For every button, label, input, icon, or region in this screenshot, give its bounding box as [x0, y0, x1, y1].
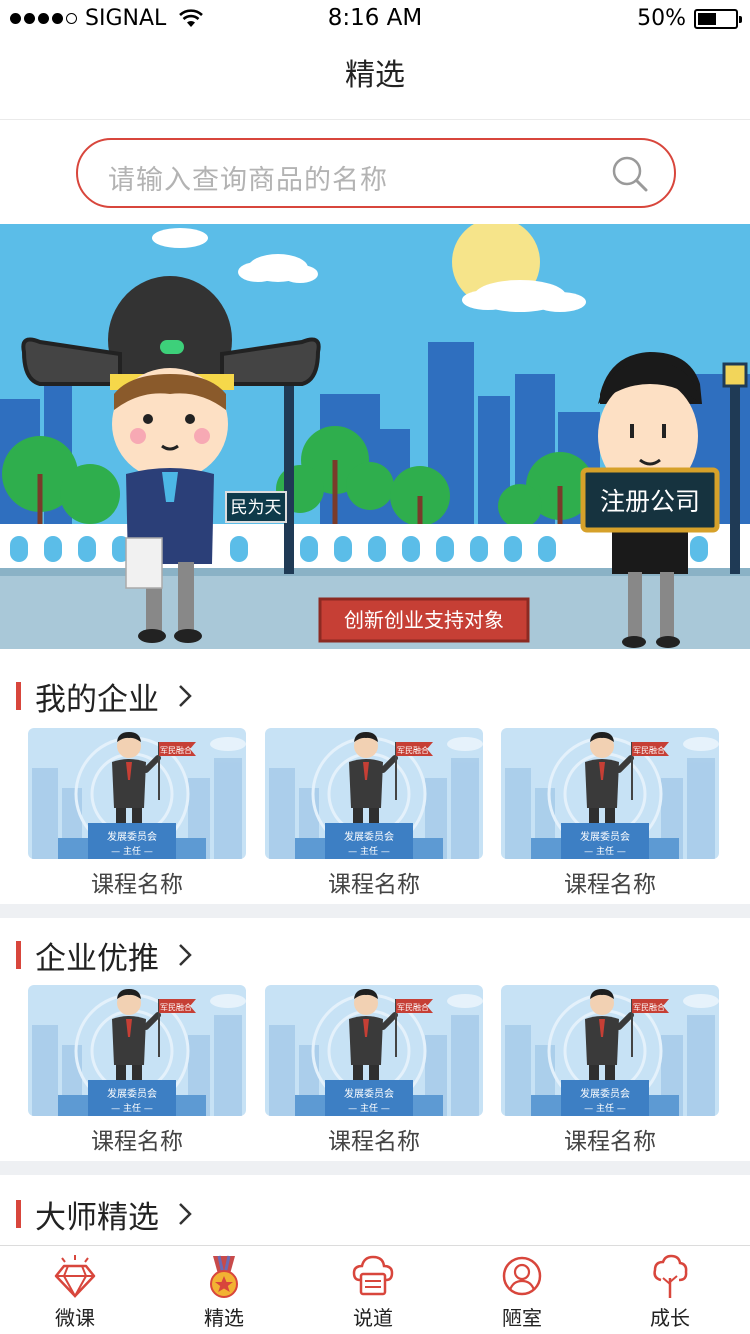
section-accent-bar: [16, 682, 21, 710]
section-header[interactable]: 大师精选: [16, 1194, 193, 1236]
course-card[interactable]: 军民融合 发展委员会 — 主任 — 课程名称: [28, 728, 246, 899]
tab-jingxuan[interactable]: 精选: [174, 1254, 274, 1331]
hero-banner[interactable]: 民为天 注册公司 创新创业支持对象: [0, 224, 750, 649]
podium-subtitle: — 主任 —: [584, 1102, 626, 1114]
banner-illustration: 民为天 注册公司 创新创业支持对象: [0, 224, 750, 649]
tab-chengzhang[interactable]: 成长: [620, 1254, 720, 1331]
flag-text: 军民融合: [397, 1002, 429, 1012]
battery-percent: 50%: [637, 6, 686, 31]
podium-title: 发展委员会: [344, 830, 394, 843]
course-card[interactable]: 军民融合 发展委员会 — 主任 — 课程名称: [501, 728, 719, 899]
section-divider: [0, 1161, 750, 1175]
banner-caption: 创新创业支持对象: [344, 608, 504, 632]
section-accent-bar: [16, 1200, 21, 1228]
section-header[interactable]: 企业优推: [16, 935, 193, 977]
podium-title: 发展委员会: [107, 1087, 157, 1100]
section-my-enterprise: 我的企业 军民融合 发展委员会 — 主任 — 课程名称 军民融合 发展委员会 —…: [0, 676, 750, 899]
navigation-bar: 精选: [0, 40, 750, 120]
podium-title: 发展委员会: [344, 1087, 394, 1100]
tab-shuodao[interactable]: 说道: [323, 1254, 423, 1331]
course-card[interactable]: 军民融合 发展委员会 — 主任 — 课程名称: [501, 985, 719, 1156]
podium-title: 发展委员会: [580, 1087, 630, 1100]
section-enterprise-recommend: 企业优推 军民融合 发展委员会 — 主任 — 课程名称 军民融合 发展委员会 —…: [0, 935, 750, 1155]
podium-subtitle: — 主任 —: [348, 845, 390, 857]
tab-label: 成长: [650, 1306, 690, 1330]
section-divider: [0, 904, 750, 918]
chevron-right-icon[interactable]: [177, 1201, 193, 1227]
flag-text: 军民融合: [633, 745, 665, 755]
tab-label: 精选: [204, 1306, 244, 1330]
tab-label: 陋室: [502, 1306, 542, 1330]
podium-subtitle: — 主任 —: [348, 1102, 390, 1114]
cloud-message-icon: [352, 1255, 394, 1296]
course-thumbnail[interactable]: 军民融合 发展委员会 — 主任 —: [265, 728, 483, 859]
course-card[interactable]: 军民融合 发展委员会 — 主任 — 课程名称: [265, 985, 483, 1156]
tab-weike[interactable]: 微课: [25, 1254, 125, 1331]
sign-left-text: 民为天: [231, 498, 282, 518]
section-accent-bar: [16, 941, 21, 969]
page-title: 精选: [345, 58, 405, 93]
course-name: 课程名称: [564, 872, 656, 898]
section-title: 大师精选: [35, 1199, 159, 1236]
podium-subtitle: — 主任 —: [111, 1102, 153, 1114]
course-name: 课程名称: [91, 1129, 183, 1155]
search-box[interactable]: 请输入查询商品的名称: [76, 138, 676, 208]
sign-right-text: 注册公司: [600, 487, 700, 516]
tab-label: 说道: [353, 1306, 393, 1330]
course-thumbnail[interactable]: 军民融合 发展委员会 — 主任 —: [501, 985, 719, 1116]
podium-subtitle: — 主任 —: [111, 845, 153, 857]
section-master-picks: 大师精选: [0, 1194, 750, 1238]
status-bar: SIGNAL 8:16 AM 50%: [0, 0, 750, 40]
section-title: 我的企业: [35, 681, 159, 718]
podium-title: 发展委员会: [107, 830, 157, 843]
podium-title: 发展委员会: [580, 830, 630, 843]
chevron-right-icon[interactable]: [177, 942, 193, 968]
course-name: 课程名称: [328, 872, 420, 898]
course-name: 课程名称: [328, 1129, 420, 1155]
course-card[interactable]: 军民融合 发展委员会 — 主任 — 课程名称: [265, 728, 483, 899]
tab-loushi[interactable]: 陋室: [472, 1254, 572, 1331]
course-thumbnail[interactable]: 军民融合 发展委员会 — 主任 —: [265, 985, 483, 1116]
person-icon: [502, 1256, 542, 1296]
tab-label: 微课: [55, 1306, 95, 1330]
course-thumbnail[interactable]: 军民融合 发展委员会 — 主任 —: [28, 728, 246, 859]
tab-bar: 微课 精选 说道 陋室 成长: [0, 1245, 750, 1334]
course-thumbnail[interactable]: 军民融合 发展委员会 — 主任 —: [501, 728, 719, 859]
course-name: 课程名称: [564, 1129, 656, 1155]
battery-icon: [694, 8, 742, 29]
tree-icon: [653, 1254, 688, 1298]
course-name: 课程名称: [91, 872, 183, 898]
medal-icon: [210, 1255, 238, 1298]
flag-text: 军民融合: [633, 1002, 665, 1012]
battery-area: 50%: [637, 6, 742, 31]
flag-text: 军民融合: [397, 745, 429, 755]
chevron-right-icon[interactable]: [177, 683, 193, 709]
search-input[interactable]: 请输入查询商品的名称: [108, 158, 388, 197]
podium-subtitle: — 主任 —: [584, 845, 626, 857]
section-title: 企业优推: [35, 940, 159, 977]
section-header[interactable]: 我的企业: [16, 676, 193, 718]
diamond-icon: [54, 1255, 96, 1299]
search-icon[interactable]: [610, 154, 650, 194]
course-card[interactable]: 军民融合 发展委员会 — 主任 — 课程名称: [28, 985, 246, 1156]
course-thumbnail[interactable]: 军民融合 发展委员会 — 主任 —: [28, 985, 246, 1116]
flag-text: 军民融合: [160, 745, 192, 755]
flag-text: 军民融合: [160, 1002, 192, 1012]
